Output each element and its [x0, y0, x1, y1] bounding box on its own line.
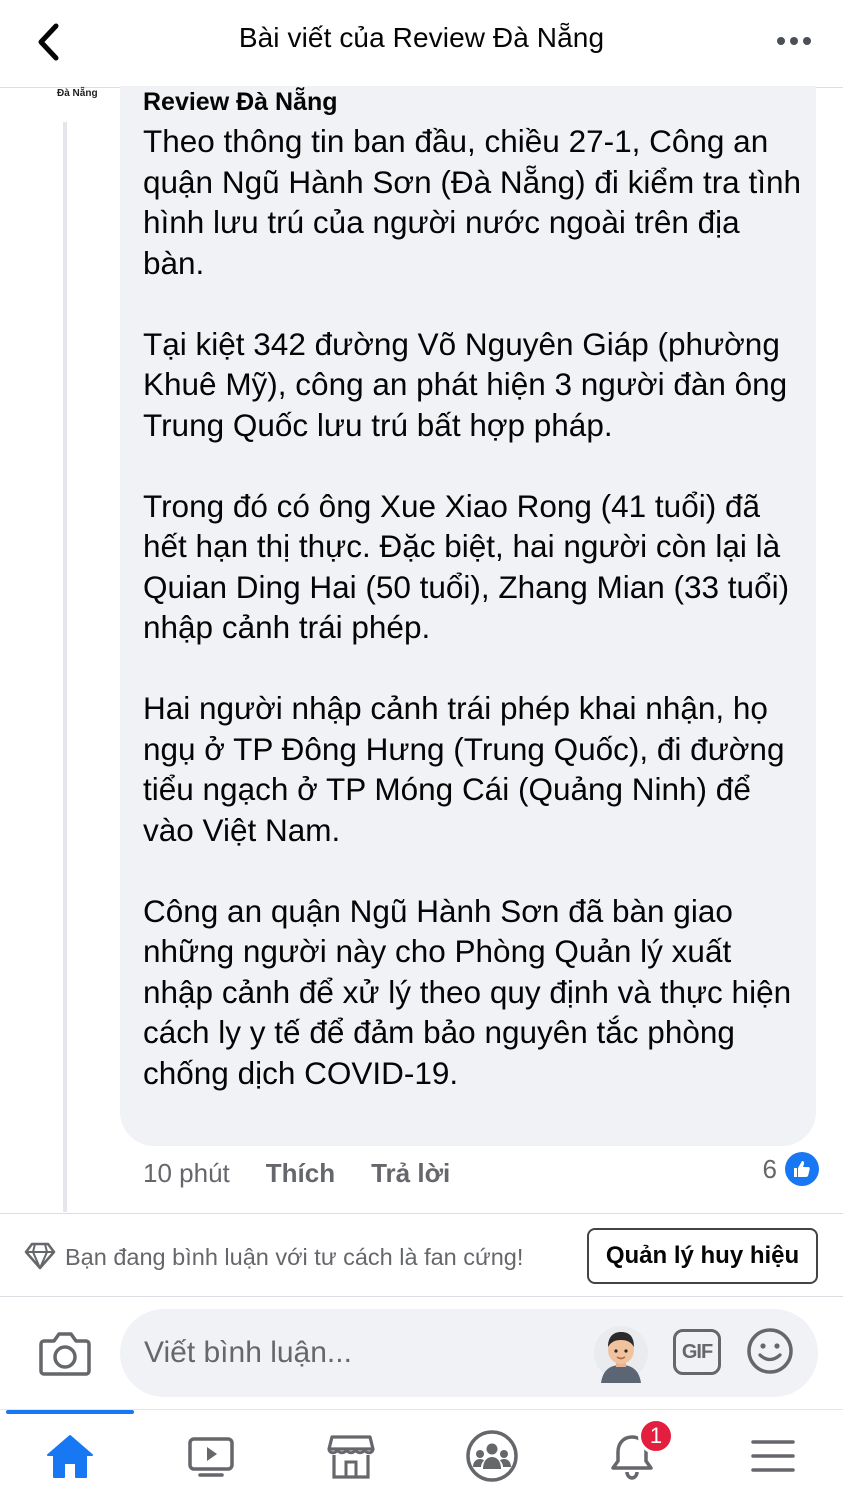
diamond-icon [24, 1242, 56, 1270]
comment-input-container[interactable]: GIF [120, 1309, 818, 1397]
emoji-button[interactable] [745, 1326, 795, 1376]
comment-author[interactable]: Review Đà Nẵng [143, 88, 338, 117]
nav-home[interactable] [35, 1424, 105, 1488]
nav-watch[interactable] [176, 1424, 246, 1488]
like-button[interactable]: Thích [266, 1158, 335, 1189]
reaction-count: 6 [762, 1153, 777, 1184]
comment-paragraph: Theo thông tin ban đầu, chiều 27-1, Công… [143, 123, 801, 281]
comment-actions: 10 phút Thích Trả lời [143, 1156, 486, 1190]
camera-icon [39, 1332, 91, 1376]
emoji-icon [747, 1328, 793, 1374]
reply-button[interactable]: Trả lời [371, 1158, 450, 1189]
more-dot-icon [803, 37, 811, 45]
comment-paragraph: Trong đó có ông Xue Xiao Rong (41 tuổi) … [143, 487, 790, 646]
more-dot-icon [777, 37, 785, 45]
top-bar: Bài viết của Review Đà Nẵng [0, 0, 843, 88]
manage-badges-button[interactable]: Quản lý huy hiệu [587, 1228, 818, 1284]
fan-status-text: Bạn đang bình luận với tư cách là fan cứ… [65, 1244, 524, 1270]
watch-icon [188, 1437, 234, 1477]
more-options-button[interactable] [773, 26, 815, 56]
avatar-sticker-button[interactable] [593, 1323, 649, 1383]
fan-badge-bar: Bạn đang bình luận với tư cách là fan cứ… [0, 1213, 843, 1297]
comment-paragraph: Công an quận Ngũ Hành Sơn đã bàn giao nh… [143, 892, 792, 1091]
marketplace-icon [327, 1435, 375, 1479]
like-reaction-icon [785, 1152, 819, 1186]
gif-button[interactable]: GIF [673, 1329, 721, 1375]
nav-marketplace[interactable] [316, 1424, 386, 1488]
comment-body: Theo thông tin ban đầu, chiều 27-1, Công… [143, 121, 803, 1093]
avatar-icon [594, 1326, 648, 1383]
comment-composer: GIF [0, 1297, 843, 1409]
comment-paragraph: Hai người nhập cảnh trái phép khai nhận,… [143, 690, 785, 848]
camera-button[interactable] [38, 1329, 92, 1379]
home-icon [47, 1435, 93, 1478]
nav-menu[interactable] [738, 1424, 808, 1488]
menu-icon [751, 1440, 795, 1472]
comment-input[interactable] [144, 1331, 584, 1375]
page-avatar[interactable]: Đà Nẵng [57, 88, 98, 99]
comment-paragraph: Tại kiệt 342 đường Võ Nguyên Giáp (phườn… [143, 325, 788, 443]
reaction-summary[interactable]: 6 [763, 1152, 819, 1186]
thread-line [63, 122, 67, 1212]
groups-icon [466, 1430, 518, 1482]
notification-count-badge: 1 [638, 1418, 674, 1454]
page-title: Bài viết của Review Đà Nẵng [238, 22, 605, 53]
more-dot-icon [790, 37, 798, 45]
nav-groups[interactable] [457, 1424, 527, 1488]
comment-timestamp: 10 phút [143, 1157, 230, 1188]
active-tab-indicator [6, 1410, 134, 1414]
bottom-navigation [0, 1409, 843, 1499]
